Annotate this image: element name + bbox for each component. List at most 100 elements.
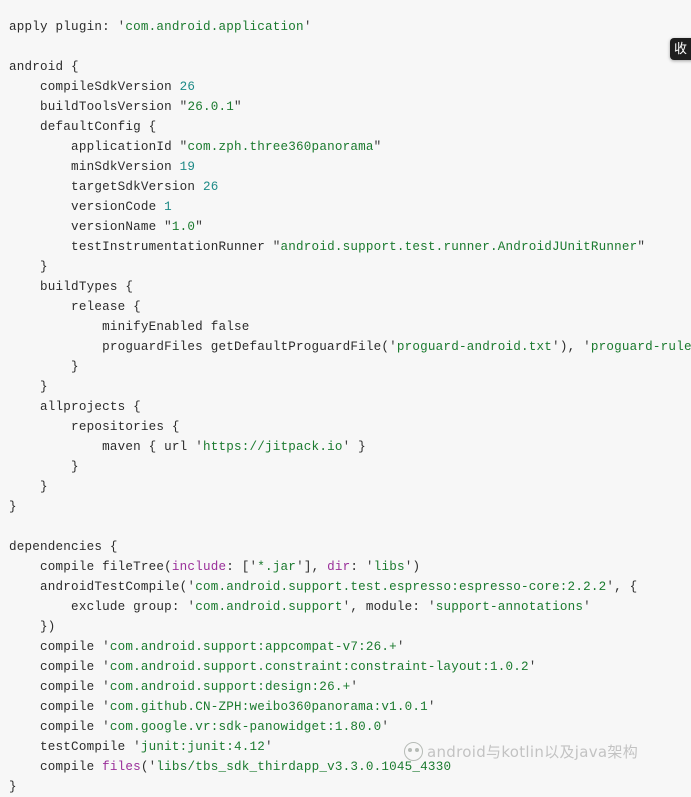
code-token-quote: ' xyxy=(102,719,110,734)
code-token-plain: versionCode xyxy=(9,199,165,214)
collapse-button[interactable]: 收 xyxy=(670,38,691,60)
code-token-quote: ' xyxy=(102,699,110,714)
code-token-quote: ' xyxy=(303,19,312,34)
code-token-quote: ' xyxy=(296,559,304,574)
code-line: apply plugin: 'com.android.application' xyxy=(9,17,691,37)
code-line: android { xyxy=(9,57,691,77)
code-token-quote: " xyxy=(233,99,242,114)
code-line: compile 'com.android.support.constraint:… xyxy=(9,657,691,677)
code-token-str: com.android.support:design:26.+ xyxy=(109,679,351,694)
code-token-plain: ) xyxy=(412,559,421,574)
code-line: buildTypes { xyxy=(9,277,691,297)
code-token-quote: ' xyxy=(381,719,390,734)
code-token-plain: ( xyxy=(140,759,149,774)
code-token-plain: proguardFiles getDefaultProguardFile( xyxy=(9,339,390,354)
code-block[interactable]: apply plugin: 'com.android.application' … xyxy=(9,17,691,797)
code-line: testInstrumentationRunner "android.suppo… xyxy=(9,237,691,257)
code-token-plain: testCompile xyxy=(9,739,134,754)
code-token-plain: android { xyxy=(9,59,79,74)
code-token-arg: dir xyxy=(327,559,351,574)
code-token-str: com.google.vr:sdk-panowidget:1.80.0 xyxy=(109,719,382,734)
code-token-quote: " xyxy=(373,139,382,154)
code-token-plain: , { xyxy=(614,579,638,594)
code-line: targetSdkVersion 26 xyxy=(9,177,691,197)
code-token-plain: compile fileTree( xyxy=(9,559,172,574)
code-line: } xyxy=(9,777,691,797)
code-token-plain: compile xyxy=(9,679,103,694)
code-line: minSdkVersion 19 xyxy=(9,157,691,177)
code-line: compile 'com.android.support:appcompat-v… xyxy=(9,637,691,657)
code-line: minifyEnabled false xyxy=(9,317,691,337)
code-token-str: support-annotations xyxy=(435,599,584,614)
code-token-quote: ' xyxy=(102,639,110,654)
code-token-plain: } xyxy=(9,779,17,794)
code-line: versionName "1.0" xyxy=(9,217,691,237)
code-token-plain: : [ xyxy=(226,559,250,574)
code-token-quote: ' xyxy=(102,679,110,694)
code-token-str: com.android.application xyxy=(125,19,304,34)
code-line: } xyxy=(9,457,691,477)
code-token-plain: compile xyxy=(9,639,103,654)
code-token-plain: allprojects { xyxy=(9,399,141,414)
code-line: buildToolsVersion "26.0.1" xyxy=(9,97,691,117)
code-token-arg: include xyxy=(171,559,227,574)
collapse-button-label: 收 xyxy=(674,41,688,57)
code-token-str: com.android.support xyxy=(195,599,343,614)
code-line: defaultConfig { xyxy=(9,117,691,137)
code-token-plain: dependencies { xyxy=(9,539,118,554)
code-token-quote: ' xyxy=(552,339,560,354)
code-token-quote: " xyxy=(195,219,203,234)
code-line: repositories { xyxy=(9,417,691,437)
code-token-str: com.android.support.constraint:constrain… xyxy=(109,659,529,674)
code-token-plain: release { xyxy=(9,299,141,314)
code-line: } xyxy=(9,257,691,277)
code-token-plain: compile xyxy=(9,699,103,714)
code-line: versionCode 1 xyxy=(9,197,691,217)
code-token-str: junit:junit:4.12 xyxy=(140,739,266,754)
code-token-plain: , module: xyxy=(350,599,428,614)
code-token-plain: } xyxy=(9,479,48,494)
code-token-str: android.support.test.runner.AndroidJUnit… xyxy=(280,239,638,254)
code-token-str: com.github.CN-ZPH:weibo360panorama:v1.0.… xyxy=(109,699,428,714)
code-token-plain: minifyEnabled false xyxy=(9,319,250,334)
code-token-plain: repositories { xyxy=(9,419,180,434)
code-token-plain: } xyxy=(9,259,48,274)
code-token-plain: ), xyxy=(559,339,584,354)
code-line: compile 'com.google.vr:sdk-panowidget:1.… xyxy=(9,717,691,737)
code-line: proguardFiles getDefaultProguardFile('pr… xyxy=(9,337,691,357)
code-token-quote: ' xyxy=(528,659,537,674)
code-token-plain: compile xyxy=(9,659,103,674)
code-token-plain: androidTestCompile( xyxy=(9,579,188,594)
code-token-str: https://jitpack.io xyxy=(202,439,343,454)
code-token-quote: " xyxy=(164,219,172,234)
code-token-quote: ' xyxy=(606,579,615,594)
code-token-plain: buildToolsVersion xyxy=(9,99,180,114)
code-line: compile 'com.github.CN-ZPH:weibo360panor… xyxy=(9,697,691,717)
code-token-num: 19 xyxy=(179,159,196,174)
code-token-quote: ' xyxy=(583,339,591,354)
code-token-quote: ' xyxy=(102,659,110,674)
code-line: maven { url 'https://jitpack.io' } xyxy=(9,437,691,457)
code-token-str: com.zph.three360panorama xyxy=(187,139,374,154)
code-token-plain: ], xyxy=(303,559,328,574)
code-line: testCompile 'junit:junit:4.12' xyxy=(9,737,691,757)
code-token-num: 1 xyxy=(164,199,172,214)
code-line: compile files('libs/tbs_sdk_thirdapp_v3.… xyxy=(9,757,691,777)
code-line: compile fileTree(include: ['*.jar'], dir… xyxy=(9,557,691,577)
code-token-str: libs/tbs_sdk_thirdapp_v3.3.0.1045_4330 xyxy=(156,759,452,774)
code-token-plain: } xyxy=(9,499,17,514)
code-token-plain: testInstrumentationRunner xyxy=(9,239,273,254)
code-line: compile 'com.android.support:design:26.+… xyxy=(9,677,691,697)
code-viewer: apply plugin: 'com.android.application' … xyxy=(0,0,691,794)
code-token-plain: versionName xyxy=(9,219,165,234)
code-token-str: com.android.support.test.espresso:espres… xyxy=(195,579,607,594)
code-token-plain: buildTypes { xyxy=(9,279,134,294)
code-token-str: 26.0.1 xyxy=(187,99,234,114)
code-token-plain: } xyxy=(9,359,79,374)
code-token-plain: } xyxy=(350,439,366,454)
code-line: dependencies { xyxy=(9,537,691,557)
code-token-str: *.jar xyxy=(257,559,297,574)
code-token-quote: ' xyxy=(195,439,203,454)
